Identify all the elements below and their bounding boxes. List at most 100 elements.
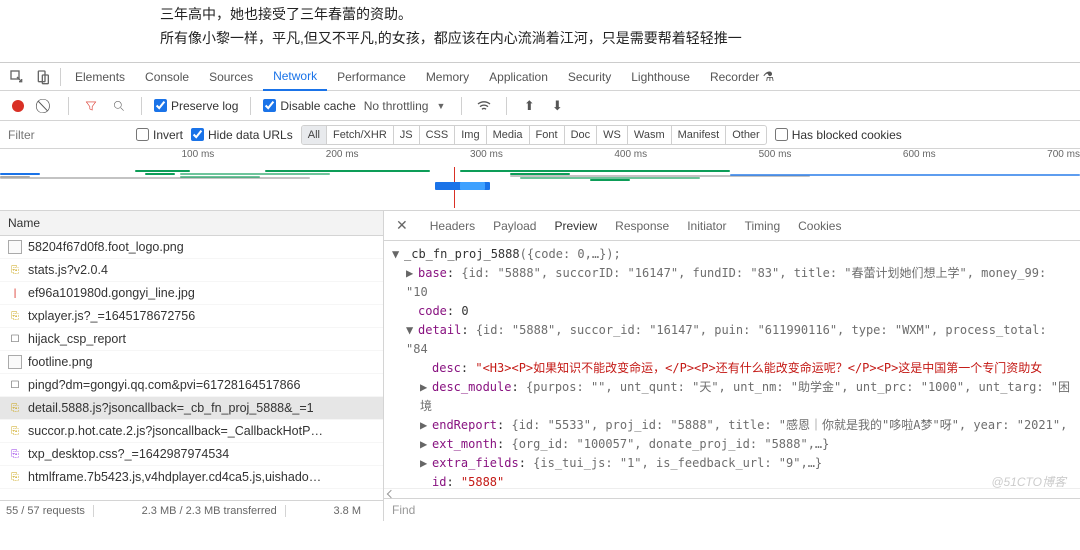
search-icon[interactable]	[109, 96, 129, 116]
type-font[interactable]: Font	[530, 126, 565, 144]
tab-lighthouse[interactable]: Lighthouse	[621, 63, 700, 91]
type-fetch[interactable]: Fetch/XHR	[327, 126, 394, 144]
request-row[interactable]: ⎘ htmlframe.7b5423.js,v4hdplayer.cd4ca5.j…	[0, 466, 383, 489]
separator	[141, 97, 142, 115]
request-name: txp_desktop.css?_=1642987974534	[28, 447, 229, 461]
tab-application[interactable]: Application	[479, 63, 558, 91]
type-ws[interactable]: WS	[597, 126, 628, 144]
separator	[60, 68, 61, 86]
invert-checkbox[interactable]: Invert	[136, 128, 183, 142]
tab-timing[interactable]: Timing	[745, 219, 781, 233]
request-list-panel: Name 58204f67d0f8.foot_logo.png ⎘stats.js…	[0, 211, 384, 521]
chevron-down-icon[interactable]: ▼	[392, 245, 402, 264]
type-js[interactable]: JS	[394, 126, 420, 144]
network-conditions-icon[interactable]	[474, 96, 494, 116]
record-button[interactable]	[8, 96, 28, 116]
tick: 300 ms	[359, 149, 503, 160]
chevron-right-icon[interactable]: ▶	[420, 435, 430, 454]
clear-icon[interactable]: ⃠	[36, 96, 56, 116]
network-toolbar: ⃠ Preserve log Disable cache No throttli…	[0, 91, 1080, 121]
page-text-2: 所有像小黎一样，平凡,但又不平凡,的女孩，都应该在内心流淌着江河，只是需要帮着轻…	[160, 28, 920, 48]
img-icon: |	[8, 286, 22, 300]
chevron-right-icon[interactable]: ▶	[420, 416, 430, 435]
type-media[interactable]: Media	[487, 126, 530, 144]
status-bar: 55 / 57 requests2.3 MB / 2.3 MB transfer…	[0, 500, 383, 521]
tab-memory[interactable]: Memory	[416, 63, 479, 91]
png-icon	[8, 240, 22, 254]
detail-panel: ✕ Headers Payload Preview Response Initi…	[384, 211, 1080, 521]
request-row[interactable]: ⎘txp_desktop.css?_=1642987974534	[0, 443, 383, 466]
type-other[interactable]: Other	[726, 126, 766, 144]
separator	[250, 97, 251, 115]
page-text-1: 三年高中，她也接受了三年春蕾的资助。	[160, 4, 920, 24]
request-name: txplayer.js?_=1645178672756	[28, 309, 195, 323]
upload-har-icon[interactable]: ⬆	[519, 96, 539, 116]
doc-icon: ☐	[8, 332, 22, 346]
tick: 700 ms	[936, 149, 1080, 160]
chevron-right-icon[interactable]: ▶	[406, 264, 416, 283]
chevron-down-icon[interactable]: ▼	[406, 321, 416, 340]
timeline-bars	[0, 167, 1080, 207]
column-name-header[interactable]: Name	[0, 211, 383, 236]
tab-performance[interactable]: Performance	[327, 63, 416, 91]
preserve-log-checkbox[interactable]: Preserve log	[154, 99, 238, 113]
tab-console[interactable]: Console	[135, 63, 199, 91]
request-row[interactable]: ☐ pingd?dm=gongyi.qq.com&pvi=617281645178…	[0, 374, 383, 397]
type-img[interactable]: Img	[455, 126, 486, 144]
inspect-icon[interactable]	[4, 64, 30, 90]
js-icon: ⎘	[8, 424, 22, 438]
request-name: pingd?dm=gongyi.qq.com&pvi=6172816451786…	[28, 378, 300, 392]
tab-headers[interactable]: Headers	[430, 219, 475, 233]
tab-network[interactable]: Network	[263, 63, 327, 91]
tab-elements[interactable]: Elements	[65, 63, 135, 91]
request-row[interactable]: ⎘detail.5888.js?jsoncallback=_cb_fn_proj…	[0, 397, 383, 420]
request-row[interactable]: ☐hijack_csp_report	[0, 328, 383, 351]
separator	[461, 97, 462, 115]
doc-icon: ☐	[8, 378, 22, 392]
chevron-right-icon[interactable]: ▶	[420, 454, 430, 473]
request-row[interactable]: footline.png	[0, 351, 383, 374]
type-all[interactable]: All	[302, 126, 327, 144]
hide-data-urls-checkbox[interactable]: Hide data URLs	[191, 128, 293, 142]
request-row[interactable]: |ef96a101980d.gongyi_line.jpg	[0, 282, 383, 305]
request-name: 58204f67d0f8.foot_logo.png	[28, 240, 184, 254]
tab-cookies[interactable]: Cookies	[798, 219, 841, 233]
device-toggle-icon[interactable]	[30, 64, 56, 90]
chevron-down-icon: ▼	[432, 101, 449, 111]
type-css[interactable]: CSS	[420, 126, 456, 144]
chevron-right-icon[interactable]: ▶	[420, 378, 430, 397]
find-input[interactable]: Find	[384, 498, 1080, 521]
scrollbar[interactable]	[384, 488, 1080, 498]
download-har-icon[interactable]: ⬇	[547, 96, 567, 116]
request-row[interactable]: ⎘stats.js?v2.0.4	[0, 259, 383, 282]
request-name: succor.p.hot.cate.2.js?jsoncallback=_Cal…	[28, 424, 323, 438]
type-doc[interactable]: Doc	[565, 126, 598, 144]
throttling-select[interactable]: No throttling▼	[364, 99, 450, 113]
watermark: @51CTO博客	[991, 473, 1066, 490]
tab-response[interactable]: Response	[615, 219, 669, 233]
tick: 600 ms	[791, 149, 935, 160]
request-row[interactable]: ⎘ succor.p.hot.cate.2.js?jsoncallback=_Ca…	[0, 420, 383, 443]
preview-body[interactable]: ▼_cb_fn_proj_5888({code: 0,…}); ▶base: {…	[384, 241, 1080, 488]
tab-initiator[interactable]: Initiator	[687, 219, 726, 233]
blocked-cookies-checkbox[interactable]: Has blocked cookies	[775, 128, 902, 142]
type-wasm[interactable]: Wasm	[628, 126, 672, 144]
separator	[68, 97, 69, 115]
disable-cache-checkbox[interactable]: Disable cache	[263, 99, 355, 113]
close-icon[interactable]: ✕	[396, 217, 408, 234]
tab-preview[interactable]: Preview	[554, 219, 597, 233]
tab-payload[interactable]: Payload	[493, 219, 536, 233]
filter-icon[interactable]	[81, 96, 101, 116]
js-icon: ⎘	[8, 470, 22, 484]
tab-sources[interactable]: Sources	[199, 63, 263, 91]
tab-security[interactable]: Security	[558, 63, 621, 91]
request-list[interactable]: 58204f67d0f8.foot_logo.png ⎘stats.js?v2.0…	[0, 236, 383, 500]
request-row[interactable]: 58204f67d0f8.foot_logo.png	[0, 236, 383, 259]
tab-recorder[interactable]: Recorder ⚗	[700, 63, 784, 91]
type-manifest[interactable]: Manifest	[672, 126, 727, 144]
js-icon: ⎘	[8, 309, 22, 323]
request-name: htmlframe.7b5423.js,v4hdplayer.cd4ca5.js…	[28, 470, 321, 484]
timeline-overview[interactable]: 100 ms 200 ms 300 ms 400 ms 500 ms 600 m…	[0, 149, 1080, 211]
filter-input[interactable]	[8, 128, 128, 142]
request-row[interactable]: ⎘ txplayer.js?_=1645178672756	[0, 305, 383, 328]
